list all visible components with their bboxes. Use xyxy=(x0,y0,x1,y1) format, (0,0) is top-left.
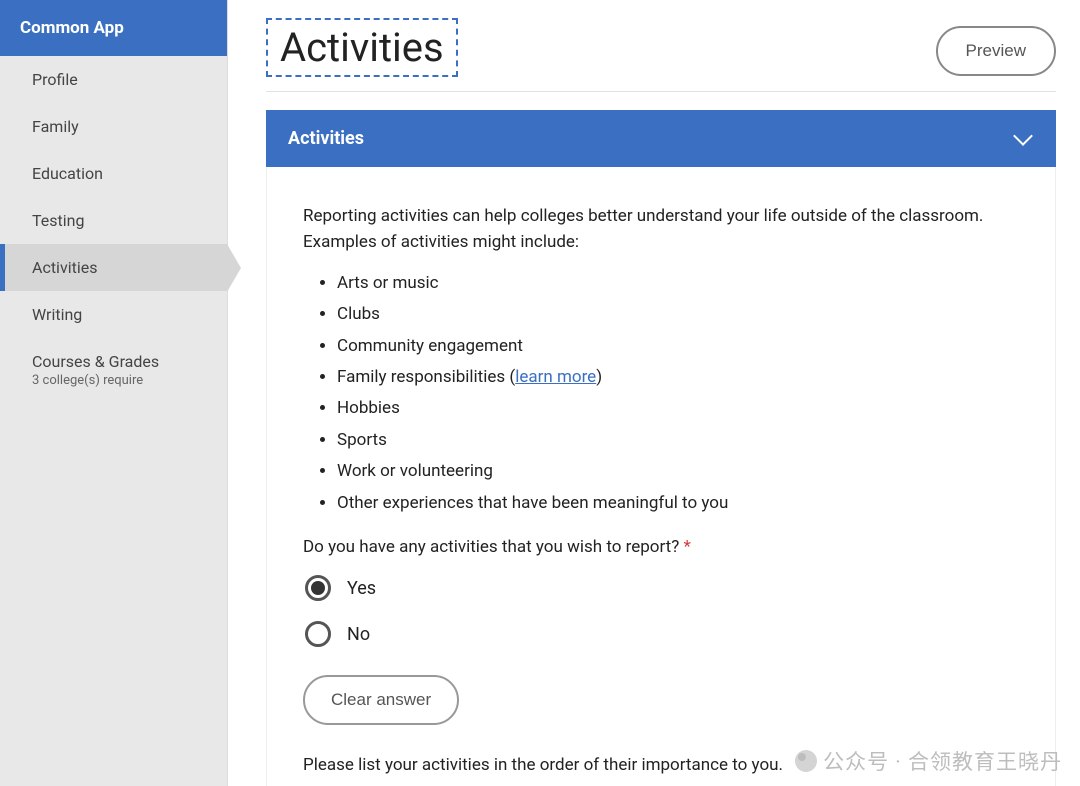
chevron-down-icon xyxy=(1012,133,1034,145)
question-text: Do you have any activities that you wish… xyxy=(303,537,679,557)
activities-intro: Reporting activities can help colleges b… xyxy=(303,203,1019,256)
radio-label: No xyxy=(347,624,370,645)
example-item-family: Family responsibilities (learn more) xyxy=(337,362,1019,393)
examples-list: Arts or music Clubs Community engagement… xyxy=(303,268,1019,520)
example-item: Other experiences that have been meaning… xyxy=(337,488,1019,519)
sidebar-item-profile[interactable]: Profile xyxy=(0,56,227,103)
radio-icon xyxy=(305,575,331,601)
main-content: Activities Preview Activities Reporting … xyxy=(228,0,1080,786)
sidebar-item-family[interactable]: Family xyxy=(0,103,227,150)
sidebar-item-activities[interactable]: Activities xyxy=(0,244,227,291)
section-title: Activities xyxy=(288,128,364,149)
sidebar: Common App Profile Family Education Test… xyxy=(0,0,228,786)
section-header-activities[interactable]: Activities xyxy=(266,110,1056,167)
example-item: Community engagement xyxy=(337,331,1019,362)
sidebar-header: Common App xyxy=(0,0,227,56)
example-item: Arts or music xyxy=(337,268,1019,299)
sidebar-item-education[interactable]: Education xyxy=(0,150,227,197)
example-item: Work or volunteering xyxy=(337,456,1019,487)
learn-more-link[interactable]: learn more xyxy=(515,367,596,387)
example-text: Family responsibilities ( xyxy=(337,367,515,387)
radio-label: Yes xyxy=(347,578,376,599)
sidebar-item-sublabel: 3 college(s) require xyxy=(32,373,207,388)
page-title: Activities xyxy=(266,18,458,77)
example-text-post: ) xyxy=(596,367,602,387)
clear-answer-button[interactable]: Clear answer xyxy=(303,675,459,725)
radio-option-no[interactable]: No xyxy=(305,621,1019,647)
order-instruction: Please list your activities in the order… xyxy=(303,755,1019,775)
radio-option-yes[interactable]: Yes xyxy=(305,575,1019,601)
header-row: Activities Preview xyxy=(266,18,1056,77)
preview-button[interactable]: Preview xyxy=(936,26,1056,76)
example-item: Hobbies xyxy=(337,393,1019,424)
required-marker: * xyxy=(684,537,691,557)
header-divider xyxy=(266,91,1056,92)
report-question: Do you have any activities that you wish… xyxy=(303,537,1019,557)
section-body: Reporting activities can help colleges b… xyxy=(266,167,1056,786)
example-item: Clubs xyxy=(337,299,1019,330)
radio-icon xyxy=(305,621,331,647)
sidebar-item-testing[interactable]: Testing xyxy=(0,197,227,244)
sidebar-item-courses-grades[interactable]: Courses & Grades 3 college(s) require xyxy=(0,338,227,402)
sidebar-item-writing[interactable]: Writing xyxy=(0,291,227,338)
example-item: Sports xyxy=(337,425,1019,456)
sidebar-item-label: Courses & Grades xyxy=(32,352,159,371)
